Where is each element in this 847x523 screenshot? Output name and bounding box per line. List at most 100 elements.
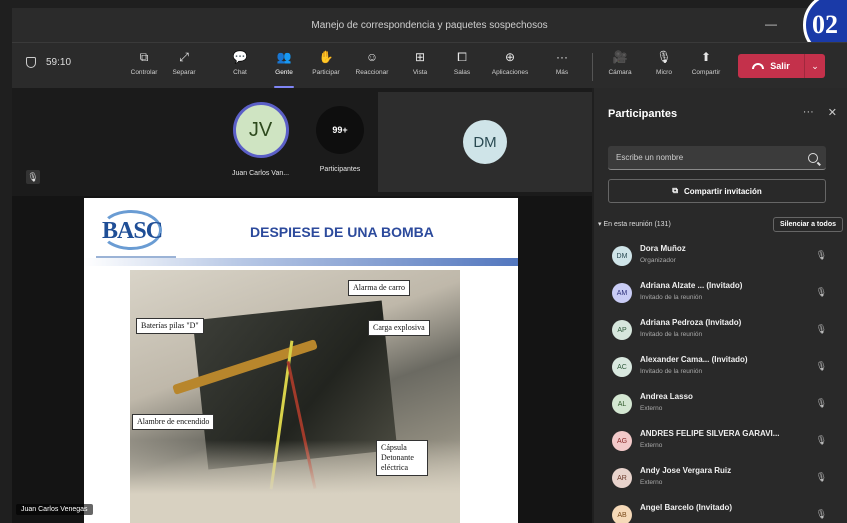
people-button[interactable]: 👥 Gente (262, 48, 306, 88)
muted-mic-icon: 🎙 (26, 170, 40, 184)
list-item[interactable]: DM Dora Muñoz Organizador 🎙 (594, 238, 847, 275)
toolbar-divider (592, 53, 593, 81)
participant-role: Externo (640, 405, 663, 412)
hang-up-icon (752, 63, 765, 69)
in-meeting-toggle[interactable]: ▾ En esta reunión (131) (598, 220, 671, 228)
mic-off-icon: 🎙 (815, 472, 827, 482)
share-invite-button[interactable]: ⧉ Compartir invitación (608, 179, 826, 203)
participant-name: Angel Barcelo (Invitado) (640, 503, 733, 512)
people-label: Gente (275, 69, 293, 76)
mic-off-icon: 🎙 (815, 250, 827, 260)
mic-off-icon: 🎙 (656, 50, 672, 64)
avatar: AM (612, 283, 632, 303)
list-item[interactable]: AL Andrea Lasso Externo 🎙 (594, 386, 847, 423)
logo-text: BASC (102, 218, 163, 244)
apps-label: Aplicaciones (491, 69, 529, 76)
leave-button[interactable]: Salir (738, 61, 804, 71)
participant-name: Alexander Cama... (Invitado) (640, 355, 748, 364)
view-label: Vista (412, 69, 428, 76)
participant-role: Invitado de la reunión (640, 294, 703, 301)
bomb-photo: Alarma de carro Baterías pilas "D" Carga… (130, 270, 460, 523)
participant-name: Andrea Lasso (640, 392, 693, 401)
mic-off-icon: 🎙 (815, 398, 827, 408)
corner-badge-text: 02 (812, 10, 838, 39)
raise-hand-icon: ✋ (318, 50, 334, 64)
raise-hand-button[interactable]: ✋ Participar (304, 48, 348, 86)
leave-label: Salir (770, 61, 790, 71)
rooms-label: Salas (453, 69, 471, 76)
share-label: Compartir (691, 69, 721, 76)
participant-overflow-tile[interactable]: 99+ Participantes (316, 102, 364, 173)
list-item[interactable]: AM Adriana Alzate ... (Invitado) Invitad… (594, 275, 847, 312)
share-invite-label: Compartir invitación (683, 186, 762, 196)
mic-off-icon: 🎙 (815, 287, 827, 297)
list-item[interactable]: AP Adriana Pedroza (Invitado) Invitado d… (594, 312, 847, 349)
callout-capsule: Cápsula Detonante eléctrica (376, 440, 428, 476)
participant-search-input[interactable]: Escribe un nombre (608, 146, 826, 170)
search-placeholder: Escribe un nombre (616, 153, 684, 162)
close-icon[interactable]: ✕ (828, 106, 837, 119)
pop-out-button[interactable]: ⤢ Separar (162, 48, 206, 86)
control-icon: ⧉ (139, 50, 149, 64)
rooms-button[interactable]: ⧠ Salas (440, 48, 484, 86)
participant-role: Externo (640, 442, 663, 449)
rooms-icon: ⧠ (457, 50, 467, 64)
participant-role: Invitado de la reunión (640, 368, 703, 375)
react-button[interactable]: ☺ Reaccionar (350, 48, 394, 86)
participant-role: Externo (640, 479, 663, 486)
mic-off-icon: 🎙 (815, 509, 827, 519)
overflow-count: 99+ (316, 106, 364, 154)
mute-all-button[interactable]: Silenciar a todos (772, 216, 843, 232)
camera-button[interactable]: 🎥 Cámara (598, 48, 642, 86)
callout-alarm: Alarma de carro (348, 280, 410, 296)
mic-label: Micro (656, 69, 672, 76)
list-item[interactable]: AG ANDRES FELIPE SILVERA GARAVI... Exter… (594, 423, 847, 460)
more-button[interactable]: ··· Más (540, 48, 584, 86)
mic-off-icon: 🎙 (815, 435, 827, 445)
participant-role: Invitado de la reunión (640, 331, 703, 338)
pop-out-label: Separar (172, 69, 196, 76)
avatar: DM (463, 120, 507, 164)
title-bar: Manejo de correspondencia y paquetes sos… (12, 8, 847, 42)
list-item[interactable]: AC Alexander Cama... (Invitado) Invitado… (594, 349, 847, 386)
more-icon: ··· (556, 50, 568, 64)
in-meeting-section: ▾ En esta reunión (131) Silenciar a todo… (598, 214, 843, 234)
avatar: AL (612, 394, 632, 414)
mic-button[interactable]: 🎙 Micro (642, 48, 686, 86)
list-item[interactable]: AB Angel Barcelo (Invitado) 🎙 (594, 497, 847, 523)
apps-button[interactable]: ⊕ Aplicaciones (488, 48, 532, 86)
basc-logo: BASC (94, 206, 176, 258)
avatar: AB (612, 505, 632, 523)
presenter-name-tag: Juan Carlos Venegas (16, 504, 93, 515)
avatar: JV (232, 102, 289, 158)
callout-explosive: Carga explosiva (368, 320, 430, 336)
participant-tile-name: Juan Carlos Van... (232, 170, 290, 177)
more-options-icon[interactable]: ··· (803, 106, 814, 119)
chevron-down-icon[interactable]: ⌄ (805, 61, 825, 72)
list-item[interactable]: AR Andy Jose Vergara Ruiz Externo 🎙 (594, 460, 847, 497)
chat-button[interactable]: 💬 Chat (218, 48, 262, 86)
pop-out-icon: ⤢ (179, 50, 189, 64)
camera-label: Cámara (608, 69, 632, 76)
avatar: AC (612, 357, 632, 377)
participant-tile-dm[interactable]: DM (378, 92, 592, 192)
shield-icon (26, 57, 36, 68)
window-title: Manejo de correspondencia y paquetes sos… (311, 19, 548, 31)
slide-divider (84, 258, 518, 266)
avatar: AR (612, 468, 632, 488)
avatar: DM (612, 246, 632, 266)
share-button[interactable]: ⬆ Compartir (684, 48, 728, 86)
overflow-label: Participantes (319, 166, 361, 173)
meeting-toolbar: 59:10 ⧉ Controlar ⤢ Separar 💬 Chat 👥 Gen… (12, 42, 847, 88)
callout-batteries: Baterías pilas "D" (136, 318, 204, 334)
participant-name: ANDRES FELIPE SILVERA GARAVI... (640, 429, 780, 438)
chat-icon: 💬 (232, 50, 248, 64)
minimize-button[interactable]: — (765, 17, 777, 31)
react-label: Reaccionar (355, 69, 389, 76)
meeting-timer: 59:10 (26, 57, 71, 68)
video-gallery: 🎙 JV Juan Carlos Van... 99+ Participante… (12, 88, 592, 196)
participant-tile-jv[interactable]: JV Juan Carlos Van... (232, 102, 289, 177)
teams-meeting-window: Manejo de correspondencia y paquetes sos… (0, 0, 847, 523)
view-button[interactable]: ⊞ Vista (398, 48, 442, 86)
control-button[interactable]: ⧉ Controlar (122, 48, 166, 86)
